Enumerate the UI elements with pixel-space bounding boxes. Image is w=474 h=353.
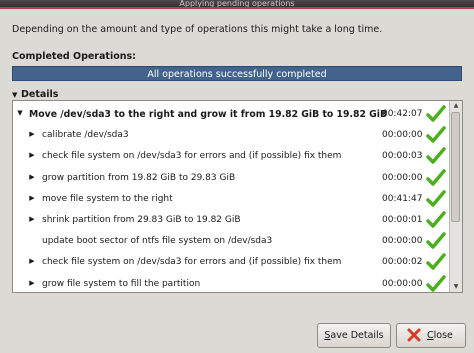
check-icon	[426, 147, 446, 165]
vertical-scrollbar[interactable]: ▲ ▼	[449, 101, 462, 292]
operation-text: update boot sector of ntfs file system o…	[42, 236, 273, 247]
scroll-up-arrow-icon[interactable]: ▲	[450, 101, 462, 111]
suboperation-row[interactable]: ▶ check file system on /dev/sda3 for erro…	[13, 146, 451, 167]
operation-time: 00:00:00	[382, 278, 423, 289]
suboperation-row[interactable]: ▶ check file system on /dev/sda3 for erro…	[13, 252, 451, 273]
scrollbar-thumb[interactable]	[451, 112, 460, 222]
operation-time: 00:00:01	[382, 215, 423, 225]
details-label: Details	[21, 89, 59, 100]
operation-time: 00:00:00	[382, 130, 423, 141]
check-icon	[426, 253, 446, 271]
suboperation-row[interactable]: ▶ move file system to the right 00:41:47	[13, 189, 451, 210]
operation-text: calibrate /dev/sda3	[42, 130, 129, 141]
check-icon	[426, 232, 446, 249]
details-expander[interactable]: ▼ Details	[12, 89, 58, 100]
close-label: Close	[427, 330, 453, 341]
operations-tree[interactable]: ▼ Move /dev/sda3 to the right and grow it…	[12, 100, 463, 293]
expander-right-icon[interactable]: ▶	[27, 215, 37, 223]
operation-text: grow partition from 19.82 GiB to 29.83 G…	[42, 172, 236, 183]
operation-time: 00:00:02	[382, 257, 423, 268]
operation-time: 00:00:03	[382, 151, 423, 162]
operation-text: move file system to the right	[42, 193, 173, 204]
operation-text: check file system on /dev/sda3 for error…	[42, 151, 342, 162]
expander-right-icon[interactable]: ▶	[27, 173, 37, 181]
completed-operations-label: Completed Operations:	[12, 51, 136, 62]
check-icon	[426, 190, 446, 207]
progress-bar: All operations successfully completed	[12, 66, 462, 81]
suboperation-row[interactable]: ▶ shrink partition from 29.83 GiB to 19.8…	[13, 210, 451, 231]
scroll-down-arrow-icon[interactable]: ▼	[450, 282, 462, 292]
close-icon	[407, 328, 421, 342]
expander-right-icon[interactable]: ▶	[27, 279, 37, 287]
expander-right-icon[interactable]: ▶	[27, 257, 37, 265]
titlebar-accent	[0, 7, 474, 9]
operation-time: 00:41:47	[382, 193, 423, 204]
suboperation-row[interactable]: update boot sector of ntfs file system o…	[13, 231, 451, 252]
expander-right-icon[interactable]: ▶	[27, 151, 37, 159]
suboperation-row[interactable]: ▶ calibrate /dev/sda3 00:00:00	[13, 125, 451, 146]
operation-text: grow file system to fill the partition	[42, 278, 201, 289]
save-details-label: Save Details	[324, 330, 384, 341]
intro-text: Depending on the amount and type of oper…	[12, 24, 383, 35]
save-details-button[interactable]: Save Details	[317, 323, 391, 348]
suboperation-row[interactable]: ▶ grow file system to fill the partition 0…	[13, 274, 451, 292]
operation-time: 00:42:07	[382, 109, 423, 119]
operation-row[interactable]: ▼ Move /dev/sda3 to the right and grow it…	[13, 104, 451, 125]
check-icon	[426, 274, 446, 292]
expander-right-icon[interactable]: ▶	[27, 194, 37, 202]
operation-time: 00:00:00	[382, 236, 423, 247]
operation-time: 00:00:00	[382, 172, 423, 183]
close-button[interactable]: Close	[396, 323, 466, 348]
operation-text: shrink partition from 29.83 GiB to 19.82…	[42, 215, 241, 225]
expander-right-icon[interactable]: ▶	[27, 130, 37, 138]
progress-text: All operations successfully completed	[147, 69, 327, 80]
check-icon	[426, 168, 446, 186]
operation-text: check file system on /dev/sda3 for error…	[42, 257, 342, 268]
operation-text: Move /dev/sda3 to the right and grow it …	[29, 109, 388, 120]
check-icon	[426, 211, 446, 228]
check-icon	[426, 105, 446, 122]
expander-down-icon: ▼	[12, 91, 18, 99]
check-icon	[426, 126, 446, 143]
expander-down-icon[interactable]: ▼	[15, 109, 25, 117]
suboperation-row[interactable]: ▶ grow partition from 19.82 GiB to 29.83 …	[13, 168, 451, 189]
window-titlebar[interactable]: Applying pending operations	[0, 0, 474, 9]
